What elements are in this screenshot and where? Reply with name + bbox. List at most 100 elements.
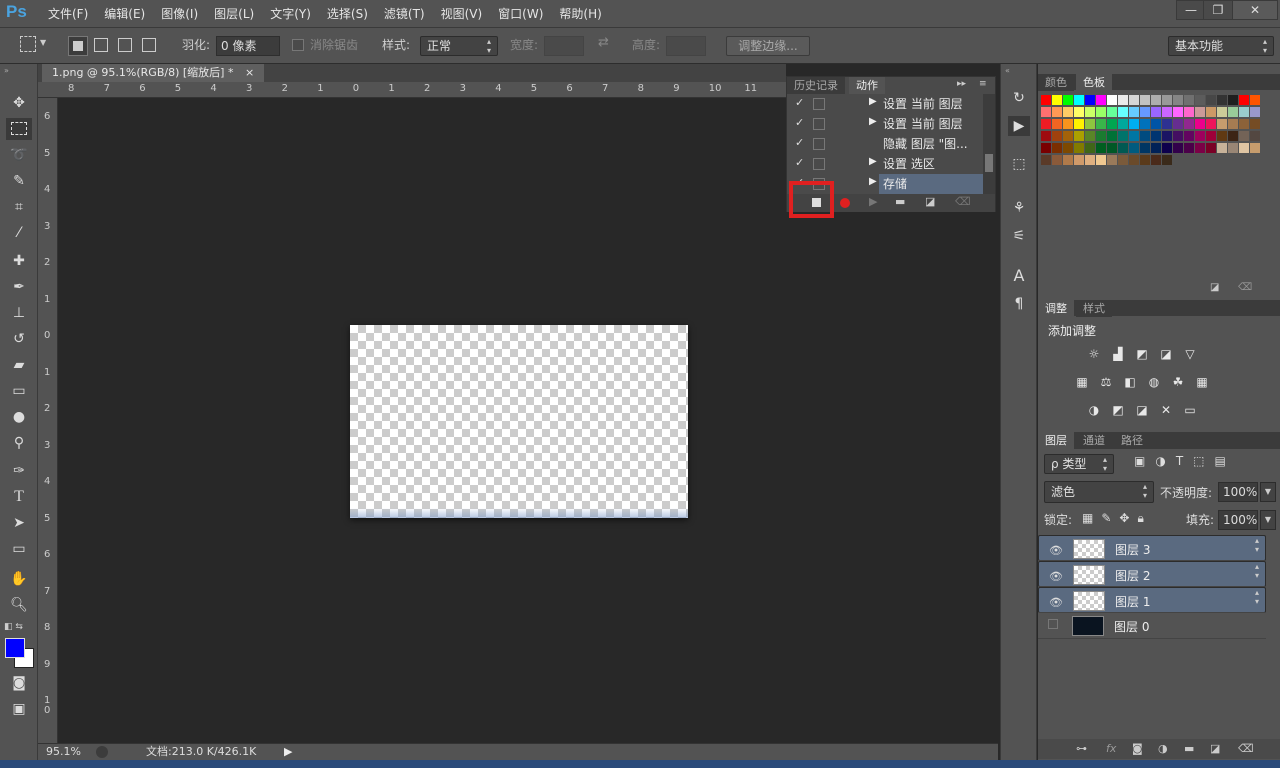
color-swatch[interactable] — [1074, 119, 1084, 129]
color-swatch[interactable] — [1052, 143, 1062, 153]
status-menu-arrow-icon[interactable]: ▶ — [284, 744, 292, 760]
intersect-selection-icon[interactable] — [142, 38, 156, 52]
color-swatch[interactable] — [1085, 155, 1095, 165]
color-swatch[interactable] — [1173, 131, 1183, 141]
color-swatch[interactable] — [1041, 119, 1051, 129]
marquee-preset-icon[interactable] — [20, 36, 36, 52]
color-swatch[interactable] — [1041, 143, 1051, 153]
color-swatch[interactable] — [1041, 155, 1051, 165]
width-input[interactable] — [544, 36, 584, 56]
color-swatch[interactable] — [1184, 131, 1194, 141]
play-icon[interactable]: ▶ — [869, 195, 877, 208]
color-lookup-icon[interactable]: ▦ — [1194, 374, 1210, 390]
color-swatch[interactable] — [1250, 95, 1260, 105]
gradient-map-icon[interactable]: ▭ — [1182, 402, 1198, 418]
color-swatch[interactable] — [1063, 107, 1073, 117]
adjustment-filter-icon[interactable]: ◑ — [1155, 454, 1165, 468]
folder-icon[interactable]: ▬ — [895, 195, 905, 208]
color-swatch[interactable] — [1151, 131, 1161, 141]
foreground-color-swatch[interactable] — [5, 638, 25, 658]
visibility-eye-icon[interactable]: 👁︎ — [1049, 594, 1063, 612]
color-swatch[interactable] — [1250, 131, 1260, 141]
color-swatch[interactable] — [1184, 143, 1194, 153]
color-swatch[interactable] — [1085, 119, 1095, 129]
tab-channels[interactable]: 通道 — [1076, 432, 1112, 449]
color-swatch[interactable] — [1162, 107, 1172, 117]
tab-history[interactable]: 历史记录 — [787, 77, 845, 94]
marquee-tool-icon[interactable] — [6, 118, 32, 140]
crop-tool-icon[interactable]: ⌗ — [6, 196, 32, 218]
black-white-icon[interactable]: ◧ — [1122, 374, 1138, 390]
color-swatch[interactable] — [1129, 107, 1139, 117]
layer-name[interactable]: 图层 1 — [1115, 593, 1150, 611]
color-swatch[interactable] — [1217, 131, 1227, 141]
color-swatch[interactable] — [1250, 119, 1260, 129]
color-swatch[interactable] — [1173, 119, 1183, 129]
color-swatch[interactable] — [1063, 119, 1073, 129]
color-swatch[interactable] — [1162, 155, 1172, 165]
restore-button[interactable]: ❐ — [1203, 0, 1233, 20]
add-selection-icon[interactable] — [94, 38, 108, 52]
color-swatch[interactable] — [1085, 107, 1095, 117]
delete-swatch-icon[interactable]: ⌫ — [1238, 282, 1252, 293]
color-swatch[interactable] — [1107, 119, 1117, 129]
color-swatch[interactable] — [1228, 107, 1238, 117]
color-swatch[interactable] — [1118, 155, 1128, 165]
color-swatch[interactable] — [1107, 95, 1117, 105]
layer-name[interactable]: 图层 2 — [1115, 567, 1150, 585]
collapse-icon[interactable]: » — [4, 66, 9, 75]
dialog-toggle-box[interactable] — [813, 158, 825, 170]
color-swatch[interactable] — [1096, 95, 1106, 105]
color-swatch[interactable] — [1151, 107, 1161, 117]
color-swatch[interactable] — [1096, 119, 1106, 129]
color-swatch[interactable] — [1096, 143, 1106, 153]
color-swatch[interactable] — [1228, 95, 1238, 105]
color-swatch[interactable] — [1228, 119, 1238, 129]
color-swatch[interactable] — [1118, 119, 1128, 129]
collapse-icon[interactable]: « — [1005, 66, 1010, 75]
color-swatch[interactable] — [1151, 119, 1161, 129]
channel-mixer-icon[interactable]: ☘ — [1170, 374, 1186, 390]
photo-filter-icon[interactable]: ◍ — [1146, 374, 1162, 390]
fill-dropdown-icon[interactable]: ▼ — [1260, 510, 1276, 530]
action-row[interactable]: ✓ 隐藏 图层 "图... — [787, 134, 983, 154]
checkmark-icon[interactable]: ✓ — [795, 116, 804, 129]
color-swatch[interactable] — [1052, 119, 1062, 129]
delete-layer-icon[interactable]: ⌫ — [1238, 742, 1254, 755]
subtract-selection-icon[interactable] — [118, 38, 132, 52]
color-swatch[interactable] — [1118, 107, 1128, 117]
color-swatch[interactable] — [1195, 143, 1205, 153]
color-swatch[interactable] — [1052, 95, 1062, 105]
mask-icon[interactable]: ◙ — [1132, 742, 1143, 755]
tab-paths[interactable]: 路径 — [1114, 432, 1150, 449]
3d-icon[interactable]: ⬚ — [1008, 154, 1030, 174]
zoom-tool-icon[interactable]: 🔍︎ — [6, 594, 32, 616]
layer-name[interactable]: 图层 3 — [1115, 541, 1150, 559]
lock-all-icon[interactable]: 🔒︎ — [1137, 511, 1143, 526]
workspace-select[interactable]: 基本功能 — [1168, 36, 1274, 56]
color-swatch[interactable] — [1239, 119, 1249, 129]
color-swatch[interactable] — [1041, 131, 1051, 141]
color-swatch[interactable] — [1052, 155, 1062, 165]
lock-transparent-icon[interactable]: ▦ — [1082, 511, 1093, 526]
color-swatch[interactable] — [1063, 131, 1073, 141]
brush-tool-icon[interactable]: ✒ — [6, 276, 32, 298]
expand-arrow-icon[interactable]: ▶ — [869, 116, 877, 127]
color-swatch[interactable] — [1063, 95, 1073, 105]
clone-stamp-tool-icon[interactable]: ⊥ — [6, 302, 32, 324]
rectangle-tool-icon[interactable]: ▭ — [6, 538, 32, 560]
color-swatch[interactable] — [1074, 155, 1084, 165]
screen-mode-icon[interactable]: ▣ — [6, 698, 32, 720]
expand-arrow-icon[interactable]: ▶ — [869, 156, 877, 167]
record-icon[interactable] — [840, 198, 850, 208]
color-swatch[interactable] — [1217, 119, 1227, 129]
history-icon[interactable]: ↻ — [1008, 88, 1030, 108]
menu-filter[interactable]: 滤镜(T) — [376, 5, 433, 23]
color-swatch[interactable] — [1206, 107, 1216, 117]
color-swatch[interactable] — [1140, 119, 1150, 129]
color-swatch[interactable] — [1206, 143, 1216, 153]
layer-row[interactable]: 👁︎ 图层 2 — [1038, 561, 1266, 587]
color-swatch[interactable] — [1129, 95, 1139, 105]
color-swatch[interactable] — [1228, 143, 1238, 153]
color-swatch[interactable] — [1107, 155, 1117, 165]
